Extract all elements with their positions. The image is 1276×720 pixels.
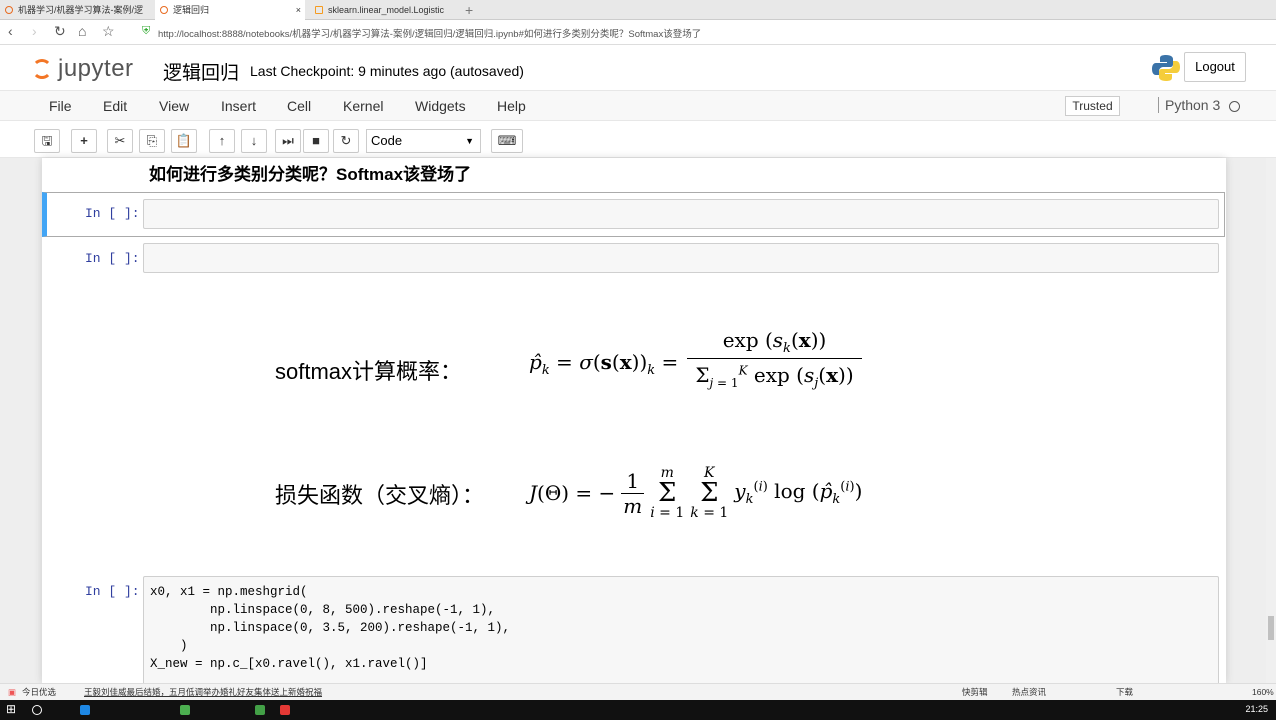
browser-tab[interactable]: 机器学习/机器学习算法-案例/逻: [0, 0, 150, 20]
copy-button[interactable]: ⎘: [139, 129, 165, 153]
tab-label: 逻辑回归: [173, 5, 210, 15]
menu-insert[interactable]: Insert: [221, 98, 256, 114]
new-tab-button[interactable]: +: [465, 0, 485, 20]
home-icon[interactable]: ⌂: [78, 23, 86, 39]
forward-icon[interactable]: ›: [32, 23, 37, 39]
zoom-level[interactable]: 160%: [1252, 684, 1274, 700]
softmax-formula: p̂k = σ(s(x))k =: [529, 350, 679, 378]
clock: 21:25: [1245, 704, 1268, 714]
scrollbar-thumb[interactable]: [1268, 616, 1274, 640]
markdown-heading: 如何进行多类别分类呢？Softmax该登场了: [149, 165, 472, 184]
search-icon[interactable]: [32, 705, 42, 715]
cell-input[interactable]: [143, 199, 1219, 229]
menu-edit[interactable]: Edit: [103, 98, 127, 114]
taskbar: ⊞ 21:25: [0, 700, 1276, 720]
notebook-toolbar: 🖫 + ✂ ⎘ 📋 ↑ ↓ ⏭ ■ ↻ Code ▼ ⌨: [0, 121, 1276, 158]
cell-prompt: In [ ]:: [85, 584, 140, 599]
python-logo-icon: [1152, 55, 1180, 81]
app-icon[interactable]: [180, 705, 190, 715]
menu-file[interactable]: File: [49, 98, 72, 114]
move-up-button[interactable]: ↑: [209, 129, 235, 153]
jupyter-tab-icon: [160, 6, 168, 14]
kernel-name: Python 3: [1158, 97, 1220, 113]
scrollbar[interactable]: [1266, 158, 1276, 683]
code-line: np.linspace(0, 8, 500).reshape(-1, 1),: [150, 603, 496, 617]
edge-icon[interactable]: [80, 705, 90, 715]
code-cell[interactable]: In [ ]: x0, x1 = np.meshgrid( np.linspac…: [42, 576, 1226, 683]
code-cell-selected[interactable]: In [ ]:: [42, 192, 1225, 237]
back-icon[interactable]: ‹: [8, 23, 13, 39]
menu-cell[interactable]: Cell: [287, 98, 311, 114]
menu-help[interactable]: Help: [497, 98, 526, 114]
news-link[interactable]: 王毅刘佳威最后结婚，五月低调举办婚礼好友集体送上新婚祝福: [84, 684, 322, 700]
save-button[interactable]: 🖫: [34, 129, 60, 153]
code-cell[interactable]: In [ ]:: [42, 243, 1226, 275]
softmax-label: softmax计算概率：: [275, 359, 463, 384]
interrupt-button[interactable]: ■: [303, 129, 329, 153]
insert-cell-button[interactable]: +: [71, 129, 97, 153]
menu-view[interactable]: View: [159, 98, 189, 114]
windows-start-icon[interactable]: ⊞: [6, 702, 16, 716]
close-tab-icon[interactable]: ×: [296, 0, 301, 20]
sklearn-tab-icon: [315, 6, 323, 14]
code-line: ): [150, 639, 188, 653]
jupyter-logo[interactable]: jupyter: [32, 55, 134, 83]
softmax-fraction: exp (sk(x)) Σj = 1K exp (sj(x)): [687, 328, 862, 391]
menu-widgets[interactable]: Widgets: [415, 98, 466, 114]
menu-kernel[interactable]: Kernel: [343, 98, 383, 114]
cell-prompt: In [ ]:: [85, 251, 140, 266]
code-line: X_new = np.c_[x0.ravel(), x1.ravel()]: [150, 657, 428, 671]
tab-label: 机器学习/机器学习算法-案例/逻: [18, 5, 143, 15]
logout-button[interactable]: Logout: [1184, 52, 1246, 82]
downloads[interactable]: 下载: [1116, 684, 1133, 700]
jupyter-tab-icon: [5, 6, 13, 14]
reload-icon[interactable]: ↻: [54, 23, 66, 40]
chevron-down-icon: ▼: [465, 136, 474, 146]
star-icon[interactable]: ☆: [102, 23, 115, 40]
tab-label: sklearn.linear_model.Logistic: [328, 5, 445, 15]
browser-tab[interactable]: sklearn.linear_model.Logistic: [310, 0, 460, 20]
quick-clip[interactable]: 快剪辑: [962, 684, 988, 700]
notebook-page: 如何进行多类别分类呢？Softmax该登场了 In [ ]: In [ ]: s…: [42, 158, 1226, 683]
move-down-button[interactable]: ↓: [241, 129, 267, 153]
address-bar: ‹ › ↻ ⌂ ☆ ⛨ http://localhost:8888/notebo…: [0, 20, 1276, 45]
browser-tab-active[interactable]: 逻辑回归 ×: [155, 0, 305, 20]
restart-button[interactable]: ↻: [333, 129, 359, 153]
run-button[interactable]: ⏭: [275, 129, 301, 153]
notebook-title[interactable]: 逻辑回归: [163, 58, 239, 85]
hot-news[interactable]: 热点资讯: [1012, 684, 1046, 700]
menu-bar: File Edit View Insert Cell Kernel Widget…: [0, 90, 1276, 121]
app-icon[interactable]: [280, 705, 290, 715]
browser-status-bar: ▣ 今日优选 王毅刘佳威最后结婚，五月低调举办婚礼好友集体送上新婚祝福 快剪辑 …: [0, 683, 1276, 700]
cut-button[interactable]: ✂: [107, 129, 133, 153]
browser-tab-bar: 机器学习/机器学习算法-案例/逻 逻辑回归 × sklearn.linear_mo…: [0, 0, 1276, 20]
command-palette-button[interactable]: ⌨: [491, 129, 523, 153]
logo-text: jupyter: [58, 55, 134, 82]
trusted-indicator[interactable]: Trusted: [1065, 96, 1120, 116]
jupyter-logo-icon: [32, 59, 52, 79]
url-input[interactable]: http://localhost:8888/notebooks/机器学习/机器学…: [158, 26, 701, 40]
kernel-idle-icon: [1229, 101, 1240, 112]
app-icon[interactable]: [255, 705, 265, 715]
cell-type-value: Code: [371, 133, 403, 148]
cell-input[interactable]: x0, x1 = np.meshgrid( np.linspace(0, 8, …: [143, 576, 1219, 683]
cell-type-select[interactable]: Code ▼: [366, 129, 481, 153]
cross-entropy-formula: J(Θ) = − 1m mΣi = 1 KΣk = 1 yk(i) log (p…: [529, 465, 863, 521]
code-line: np.linspace(0, 3.5, 200).reshape(-1, 1),: [150, 621, 511, 635]
gift-icon: ▣: [8, 687, 17, 697]
today-picks[interactable]: 今日优选: [22, 684, 56, 700]
loss-label: 损失函数（交叉熵）：: [275, 483, 485, 508]
shield-icon: ⛨: [142, 25, 151, 37]
paste-button[interactable]: 📋: [171, 129, 197, 153]
checkpoint-status: Last Checkpoint: 9 minutes ago (autosave…: [250, 63, 524, 79]
cell-input[interactable]: [143, 243, 1219, 273]
code-line: x0, x1 = np.meshgrid(: [150, 585, 308, 599]
jupyter-header: jupyter 逻辑回归 Last Checkpoint: 9 minutes …: [0, 45, 1276, 90]
cell-prompt: In [ ]:: [85, 206, 140, 221]
